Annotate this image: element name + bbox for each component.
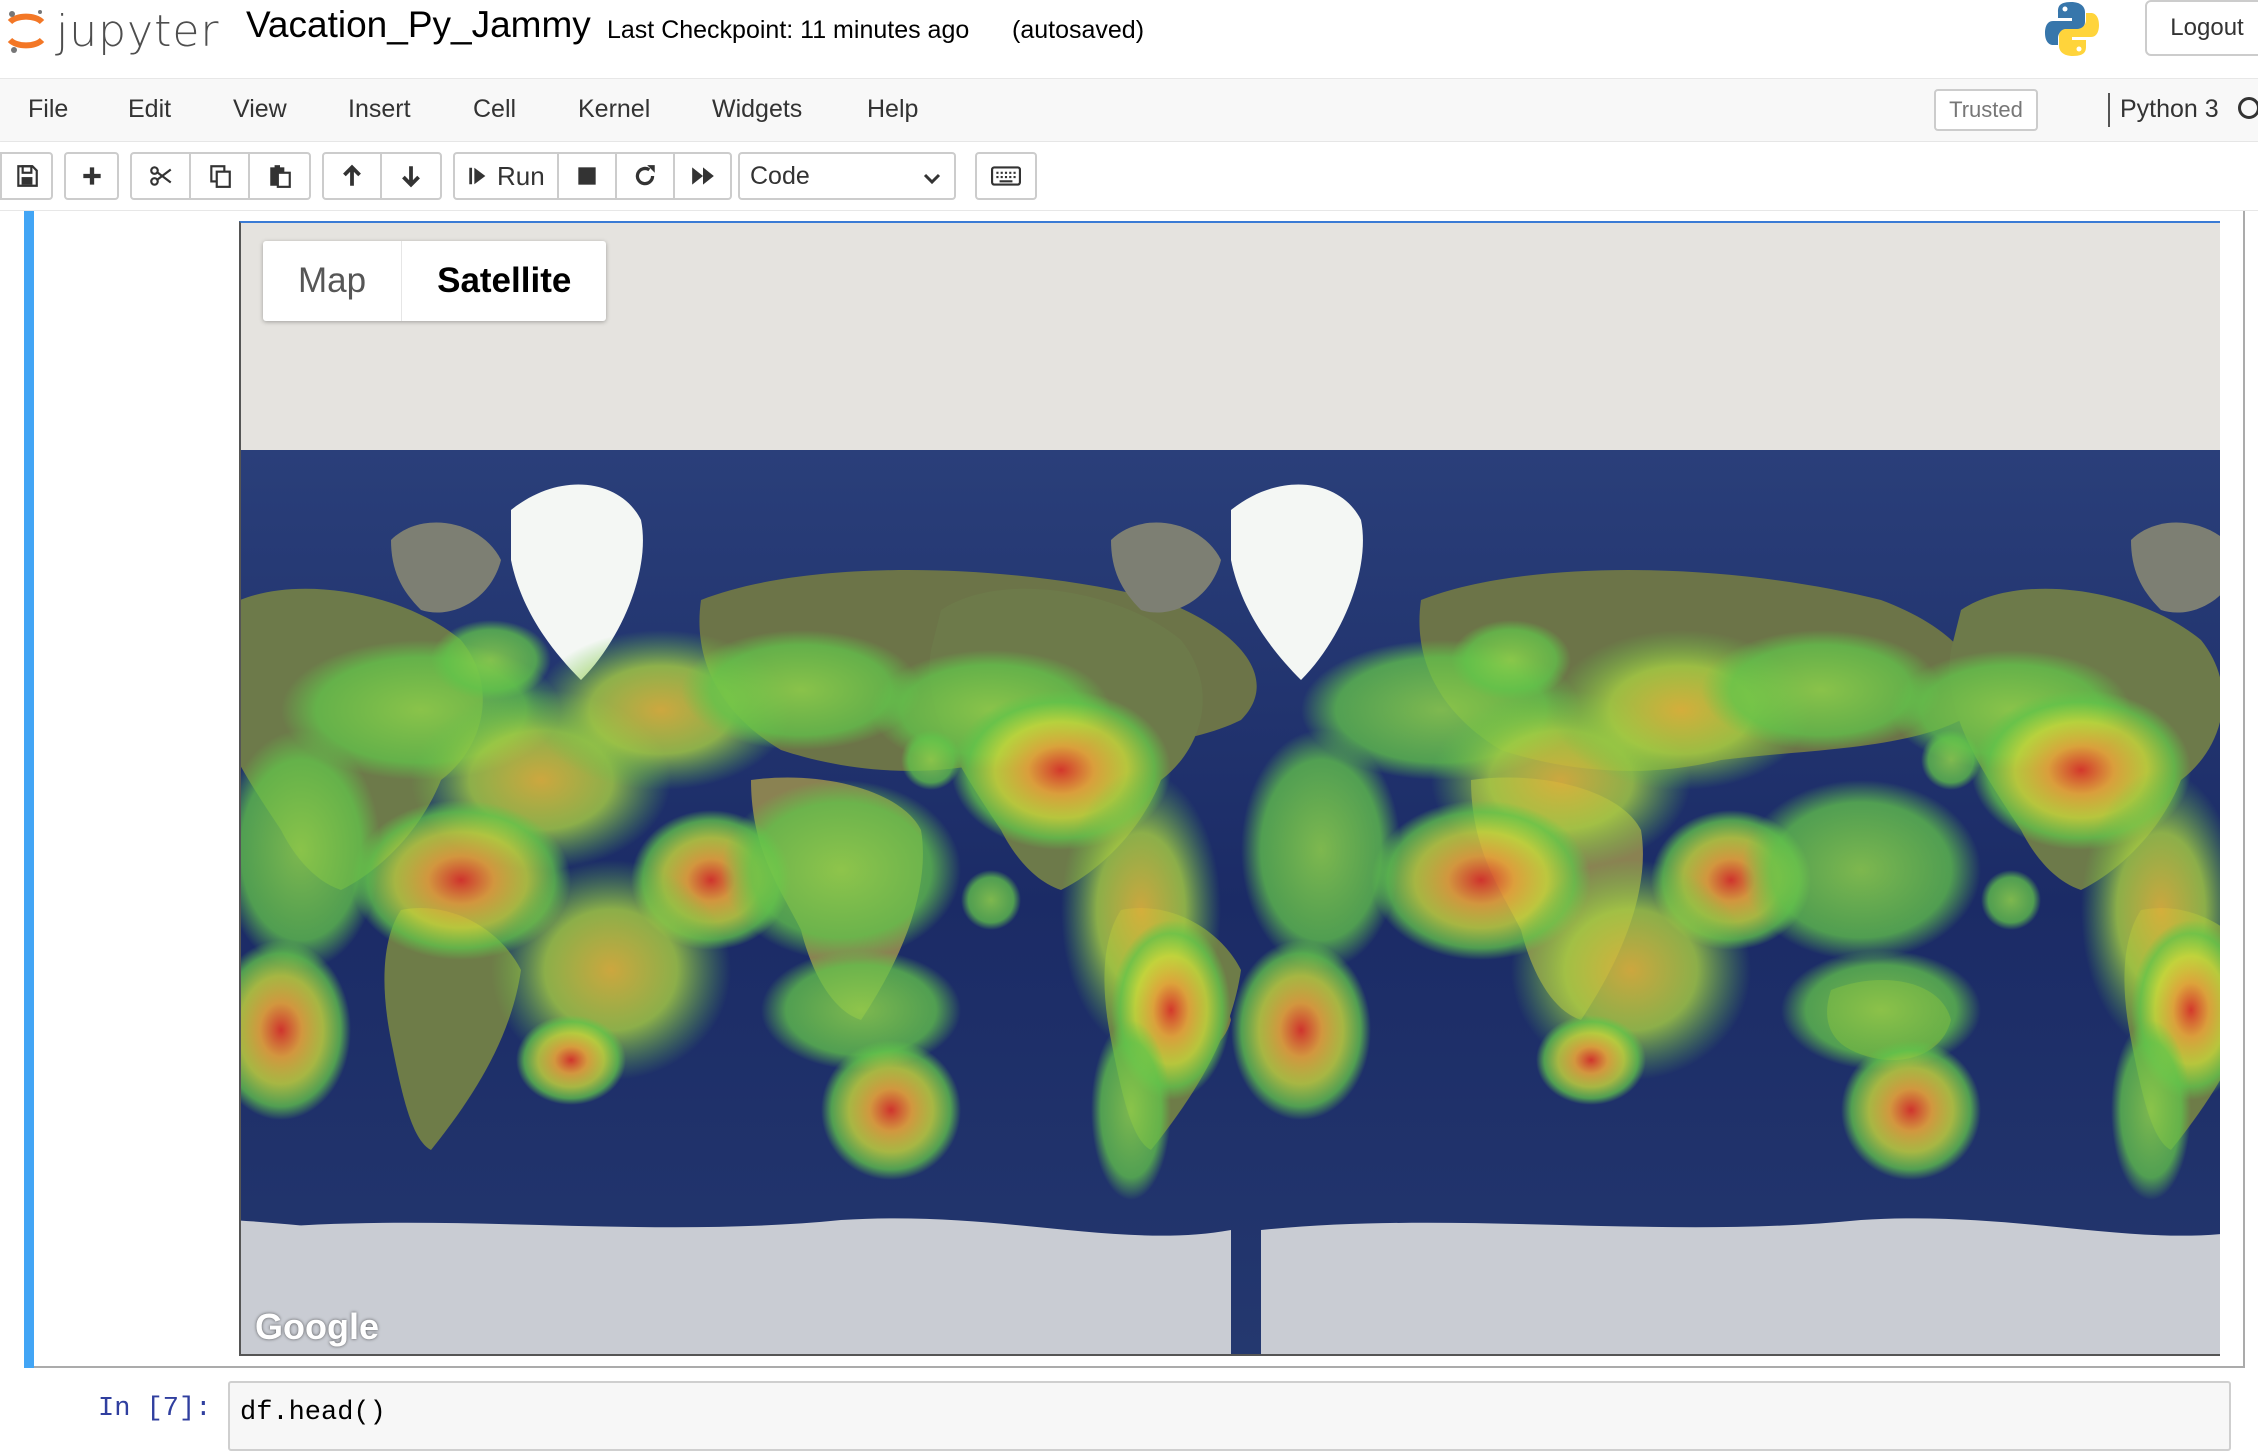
menu-edit[interactable]: Edit bbox=[128, 95, 171, 124]
paste-button[interactable] bbox=[248, 152, 311, 200]
code-text: df.head() bbox=[240, 1398, 386, 1428]
arrow-down-icon bbox=[402, 166, 420, 188]
header: jupyter Vacation_Py_Jammy Last Checkpoin… bbox=[0, 0, 2258, 79]
python-logo-icon bbox=[2045, 2, 2099, 56]
selected-cell-indicator bbox=[24, 211, 34, 1368]
menu-file[interactable]: File bbox=[28, 95, 68, 124]
checkpoint-status: Last Checkpoint: 11 minutes ago bbox=[607, 16, 970, 44]
run-label: Run bbox=[497, 160, 545, 191]
jupyter-logo-text: jupyter bbox=[56, 5, 220, 57]
save-button[interactable] bbox=[0, 152, 53, 200]
menu-insert[interactable]: Insert bbox=[348, 95, 411, 124]
autosave-status: (autosaved) bbox=[1012, 16, 1145, 44]
move-down-button[interactable] bbox=[380, 152, 442, 200]
jupyter-logo-icon bbox=[7, 10, 45, 53]
plus-icon bbox=[82, 167, 101, 185]
menu-cell[interactable]: Cell bbox=[473, 95, 516, 124]
jupyter-logo[interactable]: jupyter bbox=[4, 0, 220, 62]
move-up-button[interactable] bbox=[322, 152, 382, 200]
paste-icon bbox=[269, 165, 291, 188]
restart-icon bbox=[635, 165, 655, 186]
map-type-control: Map Satellite bbox=[263, 241, 607, 321]
google-attribution-logo[interactable]: Google bbox=[255, 1306, 379, 1348]
notebook-name[interactable]: Vacation_Py_Jammy bbox=[246, 4, 591, 46]
map-tab-satellite[interactable]: Satellite bbox=[401, 241, 606, 321]
notebook-area: Map Satellite Google In [7]: df.head() bbox=[0, 211, 2258, 1451]
satellite-heatmap[interactable] bbox=[241, 450, 2220, 1355]
insert-cell-button[interactable] bbox=[64, 152, 119, 200]
run-button[interactable]: Run bbox=[453, 152, 559, 200]
kernel-separator bbox=[2108, 93, 2110, 127]
gmaps-widget[interactable]: Map Satellite Google bbox=[239, 221, 2220, 1356]
cell-prompt: In [7]: bbox=[98, 1394, 212, 1424]
toolbar: Run Code bbox=[0, 142, 2258, 211]
menu-widgets[interactable]: Widgets bbox=[712, 95, 802, 124]
stop-icon bbox=[578, 167, 596, 185]
menubar: File Edit View Insert Cell Kernel Widget… bbox=[0, 79, 2258, 142]
kernel-status-icon bbox=[2238, 97, 2258, 119]
cell-type-select[interactable]: Code bbox=[738, 152, 956, 200]
copy-button[interactable] bbox=[189, 152, 250, 200]
command-palette-button[interactable] bbox=[975, 152, 1037, 200]
map-tab-map[interactable]: Map bbox=[263, 241, 401, 321]
chevron-down-icon bbox=[923, 173, 941, 185]
trusted-badge[interactable]: Trusted bbox=[1934, 89, 2038, 131]
cut-button[interactable] bbox=[130, 152, 191, 200]
keyboard-icon bbox=[991, 166, 1021, 186]
code-cell-input[interactable]: df.head() bbox=[228, 1381, 2231, 1451]
fast-forward-icon bbox=[691, 167, 714, 185]
run-icon bbox=[469, 167, 486, 185]
menu-kernel[interactable]: Kernel bbox=[578, 95, 650, 124]
scissors-icon bbox=[149, 166, 171, 186]
restart-run-all-button[interactable] bbox=[673, 152, 732, 200]
menu-help[interactable]: Help bbox=[867, 95, 918, 124]
menu-view[interactable]: View bbox=[233, 95, 287, 124]
cell-type-value: Code bbox=[750, 161, 810, 190]
copy-icon bbox=[209, 165, 231, 188]
save-icon bbox=[16, 165, 38, 187]
interrupt-button[interactable] bbox=[557, 152, 617, 200]
arrow-up-icon bbox=[343, 164, 361, 186]
kernel-name[interactable]: Python 3 bbox=[2120, 95, 2219, 124]
restart-button[interactable] bbox=[615, 152, 675, 200]
logout-button[interactable]: Logout bbox=[2145, 0, 2258, 56]
